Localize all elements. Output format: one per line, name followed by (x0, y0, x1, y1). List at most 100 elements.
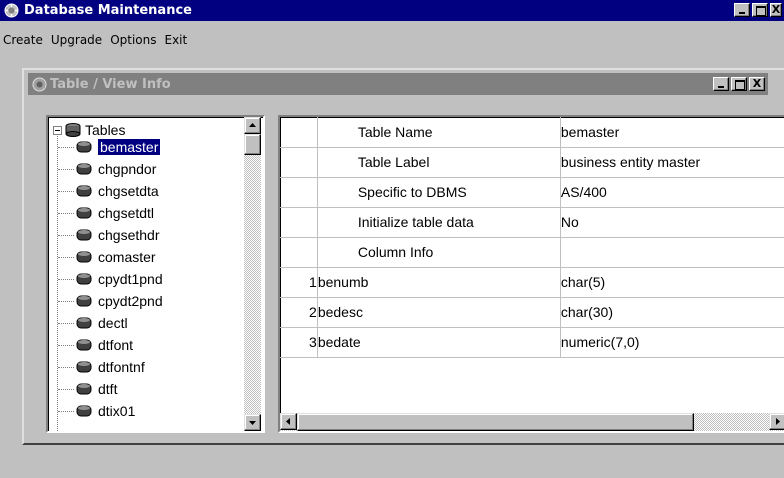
tree-item[interactable]: chgsetdta (58, 180, 163, 202)
scroll-left-button[interactable] (280, 413, 297, 430)
column-row[interactable]: 3 bedate numeric(7,0) (280, 327, 784, 358)
row-number (280, 117, 318, 148)
tree-item[interactable]: cpydt2pnd (58, 290, 163, 312)
tree-item[interactable]: dtfontnf (58, 356, 163, 378)
minimize-button[interactable] (734, 3, 750, 17)
scroll-up-button[interactable] (244, 117, 261, 134)
menu-options[interactable]: Options (107, 33, 159, 51)
column-type[interactable]: char(5) (560, 267, 784, 298)
column-type[interactable]: numeric(7,0) (560, 327, 784, 358)
table-icon (76, 141, 92, 153)
tree-item-label: cpydt1pnd (98, 271, 163, 287)
tree-item[interactable]: dtfont (58, 334, 163, 356)
tree-item[interactable]: bemaster (58, 136, 163, 158)
up-arrow-icon (249, 123, 256, 127)
table-row[interactable]: Table Label business entity master (280, 147, 784, 178)
property-value[interactable]: bemaster (560, 117, 784, 148)
column-type[interactable]: char(30) (560, 297, 784, 328)
menu-bar: Create Upgrade Options Exit (0, 33, 192, 51)
table-icon (76, 163, 92, 175)
table-row[interactable]: Initialize table data No (280, 207, 784, 238)
tree-item[interactable]: comaster (58, 246, 163, 268)
tree-item[interactable]: cpydt1pnd (58, 268, 163, 290)
property-value[interactable]: AS/400 (560, 177, 784, 208)
tree-item-label: chgsetdtl (98, 205, 155, 221)
property-name: Column Info (317, 237, 561, 268)
property-name: Table Name (317, 117, 561, 148)
row-number (280, 207, 318, 238)
menu-exit[interactable]: Exit (162, 33, 191, 51)
app-title-bar[interactable]: Database Maintenance X (0, 0, 784, 21)
column-number: 2 (280, 297, 318, 328)
row-number (280, 237, 318, 268)
table-info-grid[interactable]: Table Name bemaster Table Label business… (278, 115, 784, 433)
database-maintenance-icon (4, 3, 19, 18)
tree-scroll-thumb[interactable] (244, 134, 261, 155)
tree-item-label: cpydt2pnd (98, 293, 163, 309)
scroll-down-button[interactable] (244, 414, 261, 431)
child-maximize-button[interactable] (731, 77, 747, 91)
database-icon (65, 123, 81, 137)
table-icon (76, 295, 92, 307)
table-icon (76, 405, 92, 417)
tree-item[interactable]: chgsethdr (58, 224, 163, 246)
child-title-bar[interactable]: Table / View Info X (28, 73, 768, 95)
table-row[interactable]: Table Name bemaster (280, 117, 784, 148)
column-number: 3 (280, 327, 318, 358)
table-info-icon (32, 77, 47, 92)
grid-scroll-thumb[interactable] (297, 413, 694, 431)
tree-item-label: comaster (98, 249, 156, 265)
table-icon (76, 229, 92, 241)
property-name: Table Label (317, 147, 561, 178)
app-title: Database Maintenance (24, 3, 192, 18)
table-icon (76, 207, 92, 219)
property-value[interactable]: business entity master (560, 147, 784, 178)
table-icon (76, 339, 92, 351)
tree-item[interactable]: chgpndor (58, 158, 163, 180)
property-name: Specific to DBMS (317, 177, 561, 208)
tree-item[interactable]: chgsetdtl (58, 202, 163, 224)
tree-item-label: dtfont (98, 337, 134, 353)
left-arrow-icon (286, 418, 290, 425)
tree-vertical-scrollbar[interactable] (244, 117, 261, 431)
table-icon (76, 251, 92, 263)
property-value[interactable] (560, 237, 784, 268)
table-icon (76, 361, 92, 373)
child-minimize-button[interactable] (713, 77, 729, 91)
column-row[interactable]: 2 bedesc char(30) (280, 297, 784, 328)
table-icon (76, 273, 92, 285)
tree-item[interactable]: dtix01 (58, 400, 163, 422)
child-close-button[interactable]: X (749, 77, 765, 91)
column-name[interactable]: bedesc (317, 297, 561, 328)
collapse-icon[interactable] (53, 125, 62, 135)
child-title: Table / View Info (50, 76, 171, 92)
tree-item[interactable]: dtft (58, 378, 163, 400)
tree-item-label: dtft (98, 381, 118, 397)
row-number (280, 147, 318, 178)
tree-item[interactable]: dectl (58, 312, 163, 334)
column-name[interactable]: benumb (317, 267, 561, 298)
tree-item-label: dtix01 (98, 403, 136, 419)
table-row[interactable]: Specific to DBMS AS/400 (280, 177, 784, 208)
down-arrow-icon (249, 421, 256, 425)
tables-list: bemaster chgpndor chgsetdta chgsetdtl ch… (58, 136, 163, 422)
table-row[interactable]: Column Info (280, 237, 784, 268)
tables-tree[interactable]: Tables bemaster chgpndor chgsetdta chgse… (46, 115, 265, 433)
property-value[interactable]: No (560, 207, 784, 238)
column-name[interactable]: bedate (317, 327, 561, 358)
tree-item-label: dtfontnf (98, 359, 145, 375)
right-arrow-icon (776, 418, 780, 425)
close-button[interactable]: X (770, 3, 782, 17)
menu-upgrade[interactable]: Upgrade (48, 33, 105, 51)
scroll-right-button[interactable] (769, 413, 784, 430)
table-view-info-window: Table / View Info X Tables bemaster chgp… (22, 68, 784, 445)
tree-item-label: chgpndor (98, 161, 157, 177)
column-row[interactable]: 1 benumb char(5) (280, 267, 784, 298)
grid-horizontal-scrollbar[interactable] (280, 413, 784, 431)
column-number: 1 (280, 267, 318, 298)
info-table: Table Name bemaster Table Label business… (280, 117, 784, 358)
tree-item-label: bemaster (98, 139, 161, 155)
tree-item-label: chgsethdr (98, 227, 160, 243)
maximize-button[interactable] (752, 3, 768, 17)
menu-create[interactable]: Create (0, 33, 46, 51)
